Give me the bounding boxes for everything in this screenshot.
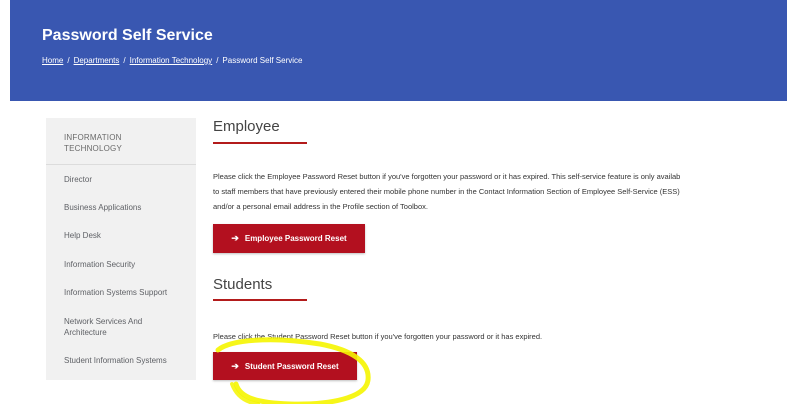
- sidebar-item-student-information-systems[interactable]: Student Information Systems: [64, 355, 189, 366]
- students-description: Please click the Student Password Reset …: [213, 332, 543, 341]
- employee-button-label: Employee Password Reset: [244, 234, 347, 243]
- arrow-right-icon: ➔: [231, 233, 239, 243]
- breadcrumb-separator: /: [67, 56, 70, 65]
- employee-password-reset-button[interactable]: ➔ Employee Password Reset: [213, 224, 365, 253]
- sidebar-item-help-desk[interactable]: Help Desk: [64, 230, 189, 241]
- sidebar-item-business-applications[interactable]: Business Applications: [64, 202, 189, 213]
- employee-description-line: to staff members that have previously en…: [213, 187, 680, 196]
- arrow-right-icon: ➔: [231, 360, 239, 371]
- breadcrumb-it-link[interactable]: Information Technology: [130, 56, 213, 65]
- employee-description-line: Please click the Employee Password Reset…: [213, 172, 681, 181]
- students-section-title: Students: [213, 276, 273, 293]
- breadcrumb-separator: /: [216, 56, 219, 65]
- breadcrumb-departments-link[interactable]: Departments: [74, 56, 120, 65]
- breadcrumb-separator: /: [123, 56, 126, 65]
- breadcrumb-home-link[interactable]: Home: [42, 56, 63, 65]
- employee-description-line: and/or a personal email address in the P…: [213, 202, 428, 211]
- breadcrumb: Home / Departments / Information Technology /…: [42, 56, 302, 65]
- page-title: Password Self Service: [42, 27, 213, 44]
- sidebar-item-director[interactable]: Director: [64, 174, 189, 185]
- sidebar-heading-line: INFORMATION: [64, 133, 122, 142]
- sidebar-heading-line: TECHNOLOGY: [64, 144, 123, 153]
- sidebar-item-information-security[interactable]: Information Security: [64, 259, 189, 270]
- students-title-underline: [213, 299, 307, 301]
- student-password-reset-button[interactable]: ➔ Student Password Reset: [213, 352, 357, 380]
- employee-section-title: Employee: [213, 118, 280, 135]
- sidebar-divider: [46, 164, 196, 165]
- sidebar: INFORMATION TECHNOLOGY Director Business…: [46, 118, 196, 380]
- student-button-label: Student Password Reset: [244, 361, 339, 371]
- sidebar-item-network-services[interactable]: Network Services And Architecture: [64, 316, 169, 338]
- sidebar-item-information-systems-support[interactable]: Information Systems Support: [64, 287, 189, 298]
- sidebar-heading[interactable]: INFORMATION TECHNOLOGY: [64, 132, 184, 154]
- page-banner: Password Self Service Home / Departments / I…: [10, 0, 787, 101]
- breadcrumb-current: Password Self Service: [222, 56, 303, 65]
- employee-title-underline: [213, 142, 307, 144]
